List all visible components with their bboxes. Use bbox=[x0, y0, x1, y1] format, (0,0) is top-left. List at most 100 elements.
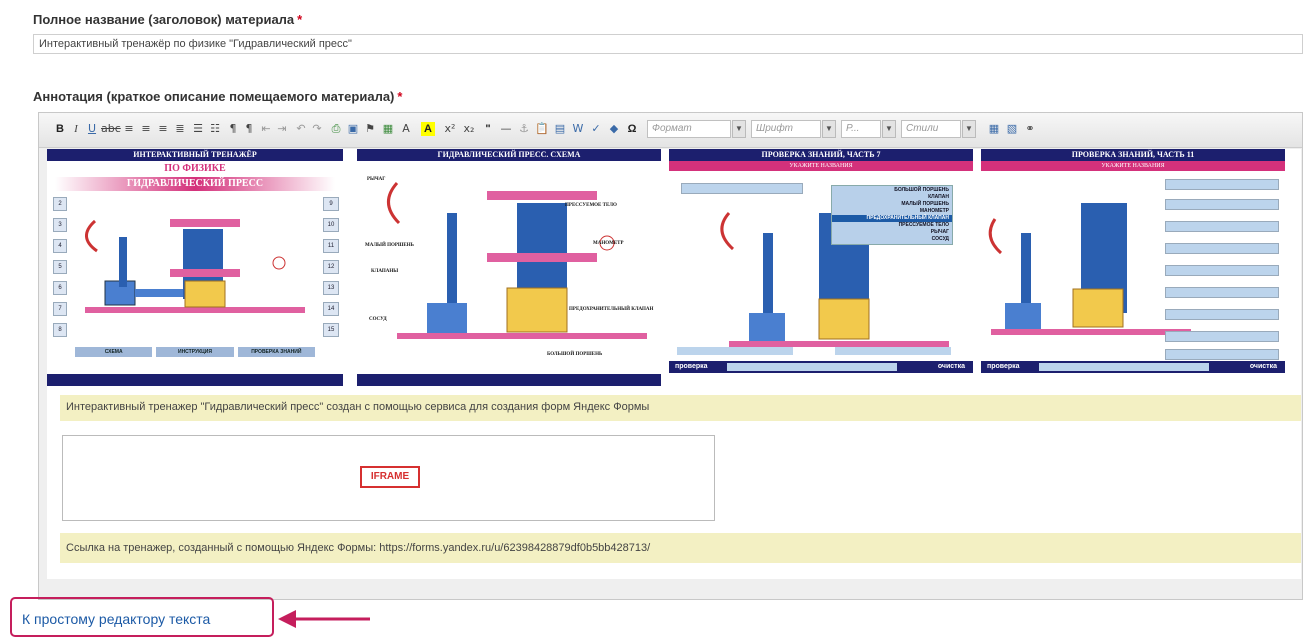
chevron-down-icon[interactable]: ▼ bbox=[882, 120, 896, 138]
text-color-icon[interactable]: A bbox=[399, 122, 413, 136]
font-select[interactable]: Шрифт bbox=[751, 120, 821, 138]
link-icon[interactable]: ⚭ bbox=[1023, 122, 1037, 136]
option-item[interactable]: МАНОМЕТР bbox=[832, 208, 952, 215]
clear-button[interactable]: очистка bbox=[938, 361, 965, 373]
options-dropdown[interactable]: БОЛЬШОЙ ПОРШЕНЬ КЛАПАН МАЛЫЙ ПОРШЕНЬ МАНОМЕ… bbox=[831, 185, 953, 245]
italic-icon[interactable]: I bbox=[69, 122, 83, 136]
number-button[interactable]: 6 bbox=[53, 281, 67, 295]
option-item[interactable]: РЫЧАГ bbox=[832, 229, 952, 236]
image-icon[interactable]: ▦ bbox=[381, 122, 395, 136]
rich-text-editor: B I U abc ≡ ≡ ≡ ≣ ☰ ☷ ¶ ¶ ⇤ ⇥ ↶ ↷ ⎙ ▣ ⚑ … bbox=[38, 112, 1303, 600]
answer-field[interactable] bbox=[1165, 221, 1279, 232]
title-label-text: Полное название (заголовок) материала bbox=[33, 12, 295, 27]
anchor-icon[interactable]: ⚓ bbox=[517, 122, 531, 136]
align-right-icon[interactable]: ≡ bbox=[156, 122, 170, 136]
outdent-icon[interactable]: ⇤ bbox=[259, 122, 273, 136]
iframe-tag: IFRAME bbox=[360, 466, 420, 488]
answer-field[interactable] bbox=[1165, 349, 1279, 360]
bulleted-list-icon[interactable]: ☰ bbox=[191, 122, 205, 136]
flag-icon[interactable]: ⚑ bbox=[363, 122, 377, 136]
editor-content[interactable]: ИНТЕРАКТИВНЫЙ ТРЕНАЖЁР ПО ФИЗИКЕ ГИДРАВЛ… bbox=[47, 149, 1301, 579]
format-select[interactable]: Формат bbox=[647, 120, 731, 138]
screen-subheader: УКАЖИТЕ НАЗВАНИЯ bbox=[981, 161, 1285, 171]
number-button[interactable]: 4 bbox=[53, 239, 67, 253]
simple-editor-link[interactable]: К простому редактору текста bbox=[22, 611, 210, 627]
number-button[interactable]: 14 bbox=[323, 302, 339, 316]
chevron-down-icon[interactable]: ▼ bbox=[822, 120, 836, 138]
screen-button[interactable]: ПРОВЕРКА ЗНАНИЙ bbox=[237, 347, 315, 357]
eraser-icon[interactable]: ◆ bbox=[607, 122, 621, 136]
paste-text-icon[interactable]: ▤ bbox=[553, 122, 567, 136]
check-button[interactable]: проверка bbox=[987, 361, 1020, 373]
answer-field[interactable] bbox=[1165, 179, 1279, 190]
check-button[interactable]: проверка bbox=[675, 361, 708, 373]
title-input[interactable] bbox=[33, 34, 1303, 54]
indent-icon[interactable]: ⇥ bbox=[275, 122, 289, 136]
answer-field[interactable] bbox=[835, 347, 951, 355]
screen-button[interactable]: ИНСТРУКЦИЯ bbox=[156, 347, 234, 357]
option-item[interactable]: ПРЕССУЕМОЕ ТЕЛО bbox=[832, 222, 952, 229]
number-button[interactable]: 2 bbox=[53, 197, 67, 211]
table-icon[interactable]: ▦ bbox=[987, 122, 1001, 136]
rtl-icon[interactable]: ¶ bbox=[242, 122, 256, 136]
ltr-icon[interactable]: ¶ bbox=[226, 122, 240, 136]
underline-icon[interactable]: U bbox=[85, 122, 99, 136]
number-button[interactable]: 10 bbox=[323, 218, 339, 232]
chevron-down-icon[interactable]: ▼ bbox=[962, 120, 976, 138]
size-select[interactable]: Р... bbox=[841, 120, 881, 138]
answer-field[interactable] bbox=[1165, 265, 1279, 276]
styles-select[interactable]: Стили bbox=[901, 120, 961, 138]
bg-color-icon[interactable]: A bbox=[421, 122, 435, 136]
number-button[interactable]: 5 bbox=[53, 260, 67, 274]
screen-button[interactable]: СХЕМА bbox=[75, 347, 153, 357]
horizontal-rule-icon[interactable]: — bbox=[499, 122, 513, 136]
paste-icon[interactable]: 📋 bbox=[535, 122, 549, 136]
special-char-icon[interactable]: Ω bbox=[625, 122, 639, 136]
clear-button[interactable]: очистка bbox=[1250, 361, 1277, 373]
trainer-screen-2: ГИДРАВЛИЧЕСКИЙ ПРЕСС. СХЕМА РЫЧАГ ПРЕССУЕ… bbox=[357, 149, 661, 386]
iframe-placeholder[interactable]: IFRAME bbox=[62, 435, 715, 521]
source-icon[interactable]: ▧ bbox=[1005, 122, 1019, 136]
screen-footer bbox=[357, 374, 661, 386]
answer-field[interactable] bbox=[1165, 331, 1279, 342]
number-button[interactable]: 11 bbox=[323, 239, 339, 253]
spellcheck-icon[interactable]: ✓ bbox=[589, 122, 603, 136]
number-button[interactable]: 8 bbox=[53, 323, 67, 337]
number-button[interactable]: 3 bbox=[53, 218, 67, 232]
answer-field[interactable] bbox=[1165, 243, 1279, 254]
undo-icon[interactable]: ↶ bbox=[294, 122, 308, 136]
title-label: Полное название (заголовок) материала * bbox=[33, 12, 302, 27]
option-item[interactable]: БОЛЬШОЙ ПОРШЕНЬ bbox=[832, 187, 952, 194]
option-item[interactable]: ПРЕДОХРАНИТЕЛЬНЫЙ КЛАПАН bbox=[832, 215, 952, 222]
paste-word-icon[interactable]: W bbox=[571, 122, 585, 136]
answer-field[interactable] bbox=[1165, 199, 1279, 210]
option-item[interactable]: КЛАПАН bbox=[832, 194, 952, 201]
screen-header: ПРОВЕРКА ЗНАНИЙ, ЧАСТЬ 7 bbox=[669, 149, 973, 161]
screen-heading: ПО ФИЗИКЕ bbox=[164, 163, 226, 174]
option-item[interactable]: СОСУД bbox=[832, 236, 952, 243]
annotation-label-text: Аннотация (краткое описание помещаемого … bbox=[33, 89, 395, 104]
print-icon[interactable]: ⎙ bbox=[329, 122, 343, 136]
answer-field[interactable] bbox=[1165, 287, 1279, 298]
blockquote-icon[interactable]: " bbox=[481, 122, 495, 136]
answer-field[interactable] bbox=[1165, 309, 1279, 320]
align-center-icon[interactable]: ≡ bbox=[139, 122, 153, 136]
number-button[interactable]: 13 bbox=[323, 281, 339, 295]
align-left-icon[interactable]: ≡ bbox=[122, 122, 136, 136]
editor-toolbar: B I U abc ≡ ≡ ≡ ≣ ☰ ☷ ¶ ¶ ⇤ ⇥ ↶ ↷ ⎙ ▣ ⚑ … bbox=[39, 113, 1302, 148]
bold-icon[interactable]: B bbox=[53, 122, 67, 136]
answer-field[interactable] bbox=[677, 347, 793, 355]
number-button[interactable]: 7 bbox=[53, 302, 67, 316]
justify-icon[interactable]: ≣ bbox=[173, 122, 187, 136]
preview-icon[interactable]: ▣ bbox=[346, 122, 360, 136]
numbered-list-icon[interactable]: ☷ bbox=[208, 122, 222, 136]
subscript-icon[interactable]: x₂ bbox=[462, 122, 476, 136]
redo-icon[interactable]: ↷ bbox=[310, 122, 324, 136]
superscript-icon[interactable]: x² bbox=[443, 122, 457, 136]
chevron-down-icon[interactable]: ▼ bbox=[732, 120, 746, 138]
number-button[interactable]: 12 bbox=[323, 260, 339, 274]
strikethrough-icon[interactable]: abc bbox=[101, 122, 121, 136]
option-item[interactable]: МАЛЫЙ ПОРШЕНЬ bbox=[832, 201, 952, 208]
number-button[interactable]: 15 bbox=[323, 323, 339, 337]
number-button[interactable]: 9 bbox=[323, 197, 339, 211]
